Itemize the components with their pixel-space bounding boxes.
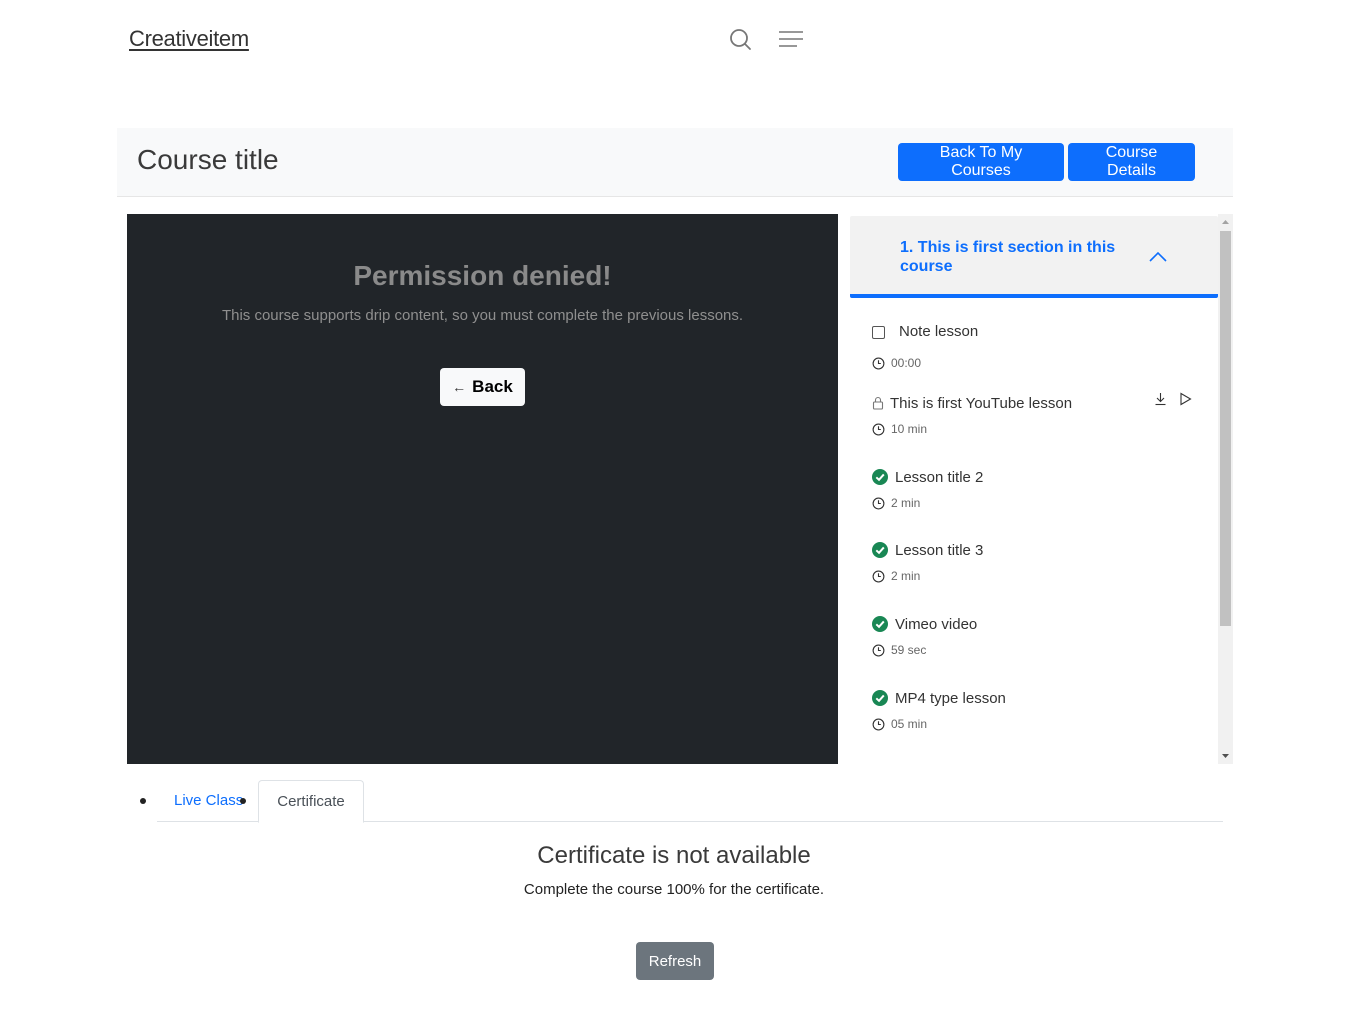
check-circle-icon [872,616,888,632]
sidebar-scrollbar[interactable] [1218,214,1233,764]
lesson-title: Vimeo video [895,615,978,633]
scrollbar-thumb[interactable] [1220,231,1231,626]
menu-icon [779,31,803,47]
lesson-duration: 00:00 [891,356,922,370]
search-button[interactable] [728,27,754,53]
bullet-icon [240,798,246,804]
play-icon[interactable] [1179,392,1192,406]
lesson-item[interactable]: Note lesson 00:00 [872,320,1202,380]
lesson-title: MP4 type lesson [895,689,1006,707]
refresh-button[interactable]: Refresh [636,942,714,980]
lesson-item[interactable]: Lesson title 2 2 min [872,466,1202,526]
lesson-title: Note lesson [899,322,979,340]
certificate-status-message: Complete the course 100% for the certifi… [523,881,825,898]
lesson-item[interactable]: This is first YouTube lesson 10 min [872,392,1202,452]
search-icon [730,29,751,50]
course-details-button[interactable]: Course Details [1068,143,1195,181]
permission-denied-title: Permission denied! [353,260,612,291]
lesson-title: This is first YouTube lesson [890,394,1073,412]
top-navbar: Creativeitem [0,0,1348,80]
permission-denied-message: This course supports drip content, so yo… [221,307,744,324]
lesson-duration: 2 min [891,569,921,583]
tab-live-class[interactable]: Live Class [174,792,243,809]
check-circle-icon [872,469,888,485]
menu-button[interactable] [778,29,804,51]
section-title: 1. This is first section in this course [900,239,1116,275]
clock-icon [872,644,885,656]
download-icon[interactable] [1154,392,1167,406]
lesson-player: Permission denied! This course supports … [127,214,838,764]
clock-icon [872,718,885,730]
lesson-duration: 10 min [891,422,928,436]
bullet-icon [140,798,146,804]
tab-certificate[interactable]: Certificate [258,780,364,823]
course-tabs: Live Class Certificate [127,780,1223,823]
arrow-left-icon: ← [452,379,467,395]
lesson-duration: 2 min [891,496,921,510]
lesson-item[interactable]: Vimeo video 59 sec [872,613,1202,673]
check-circle-icon [872,690,888,706]
course-title: Course title [137,144,279,175]
clock-icon [872,357,885,369]
clock-icon [872,497,885,509]
lesson-duration: 05 min [891,717,928,731]
scroll-down-arrow-icon[interactable] [1218,748,1233,764]
lesson-item[interactable] [872,761,1202,764]
lesson-title: Lesson title 2 [895,468,984,486]
clock-icon [872,423,885,435]
lesson-title: Lesson title 3 [895,541,984,559]
lock-icon [872,396,884,410]
back-button[interactable]: ← Back [440,368,525,406]
site-logo[interactable]: Creativeitem [129,26,249,52]
section-accordion-header[interactable]: 1. This is first section in this course [850,216,1218,298]
chevron-up-icon [1149,251,1167,262]
back-button-label: Back [472,377,513,396]
scroll-up-arrow-icon[interactable] [1218,214,1233,230]
back-to-my-courses-button[interactable]: Back To My Courses [898,143,1064,181]
course-curriculum-sidebar: 1. This is first section in this course … [850,214,1233,764]
course-header: Course title Back To My Courses Course D… [117,128,1233,197]
certificate-status-title: Certificate is not available [537,842,811,869]
lesson-item[interactable]: MP4 type lesson 05 min [872,687,1202,747]
lesson-duration: 59 sec [891,643,927,657]
clock-icon [872,570,885,582]
lesson-item[interactable]: Lesson title 3 2 min [872,539,1202,599]
lesson-checkbox[interactable] [872,326,885,339]
tab-line-gap [127,821,157,823]
check-circle-icon [872,542,888,558]
